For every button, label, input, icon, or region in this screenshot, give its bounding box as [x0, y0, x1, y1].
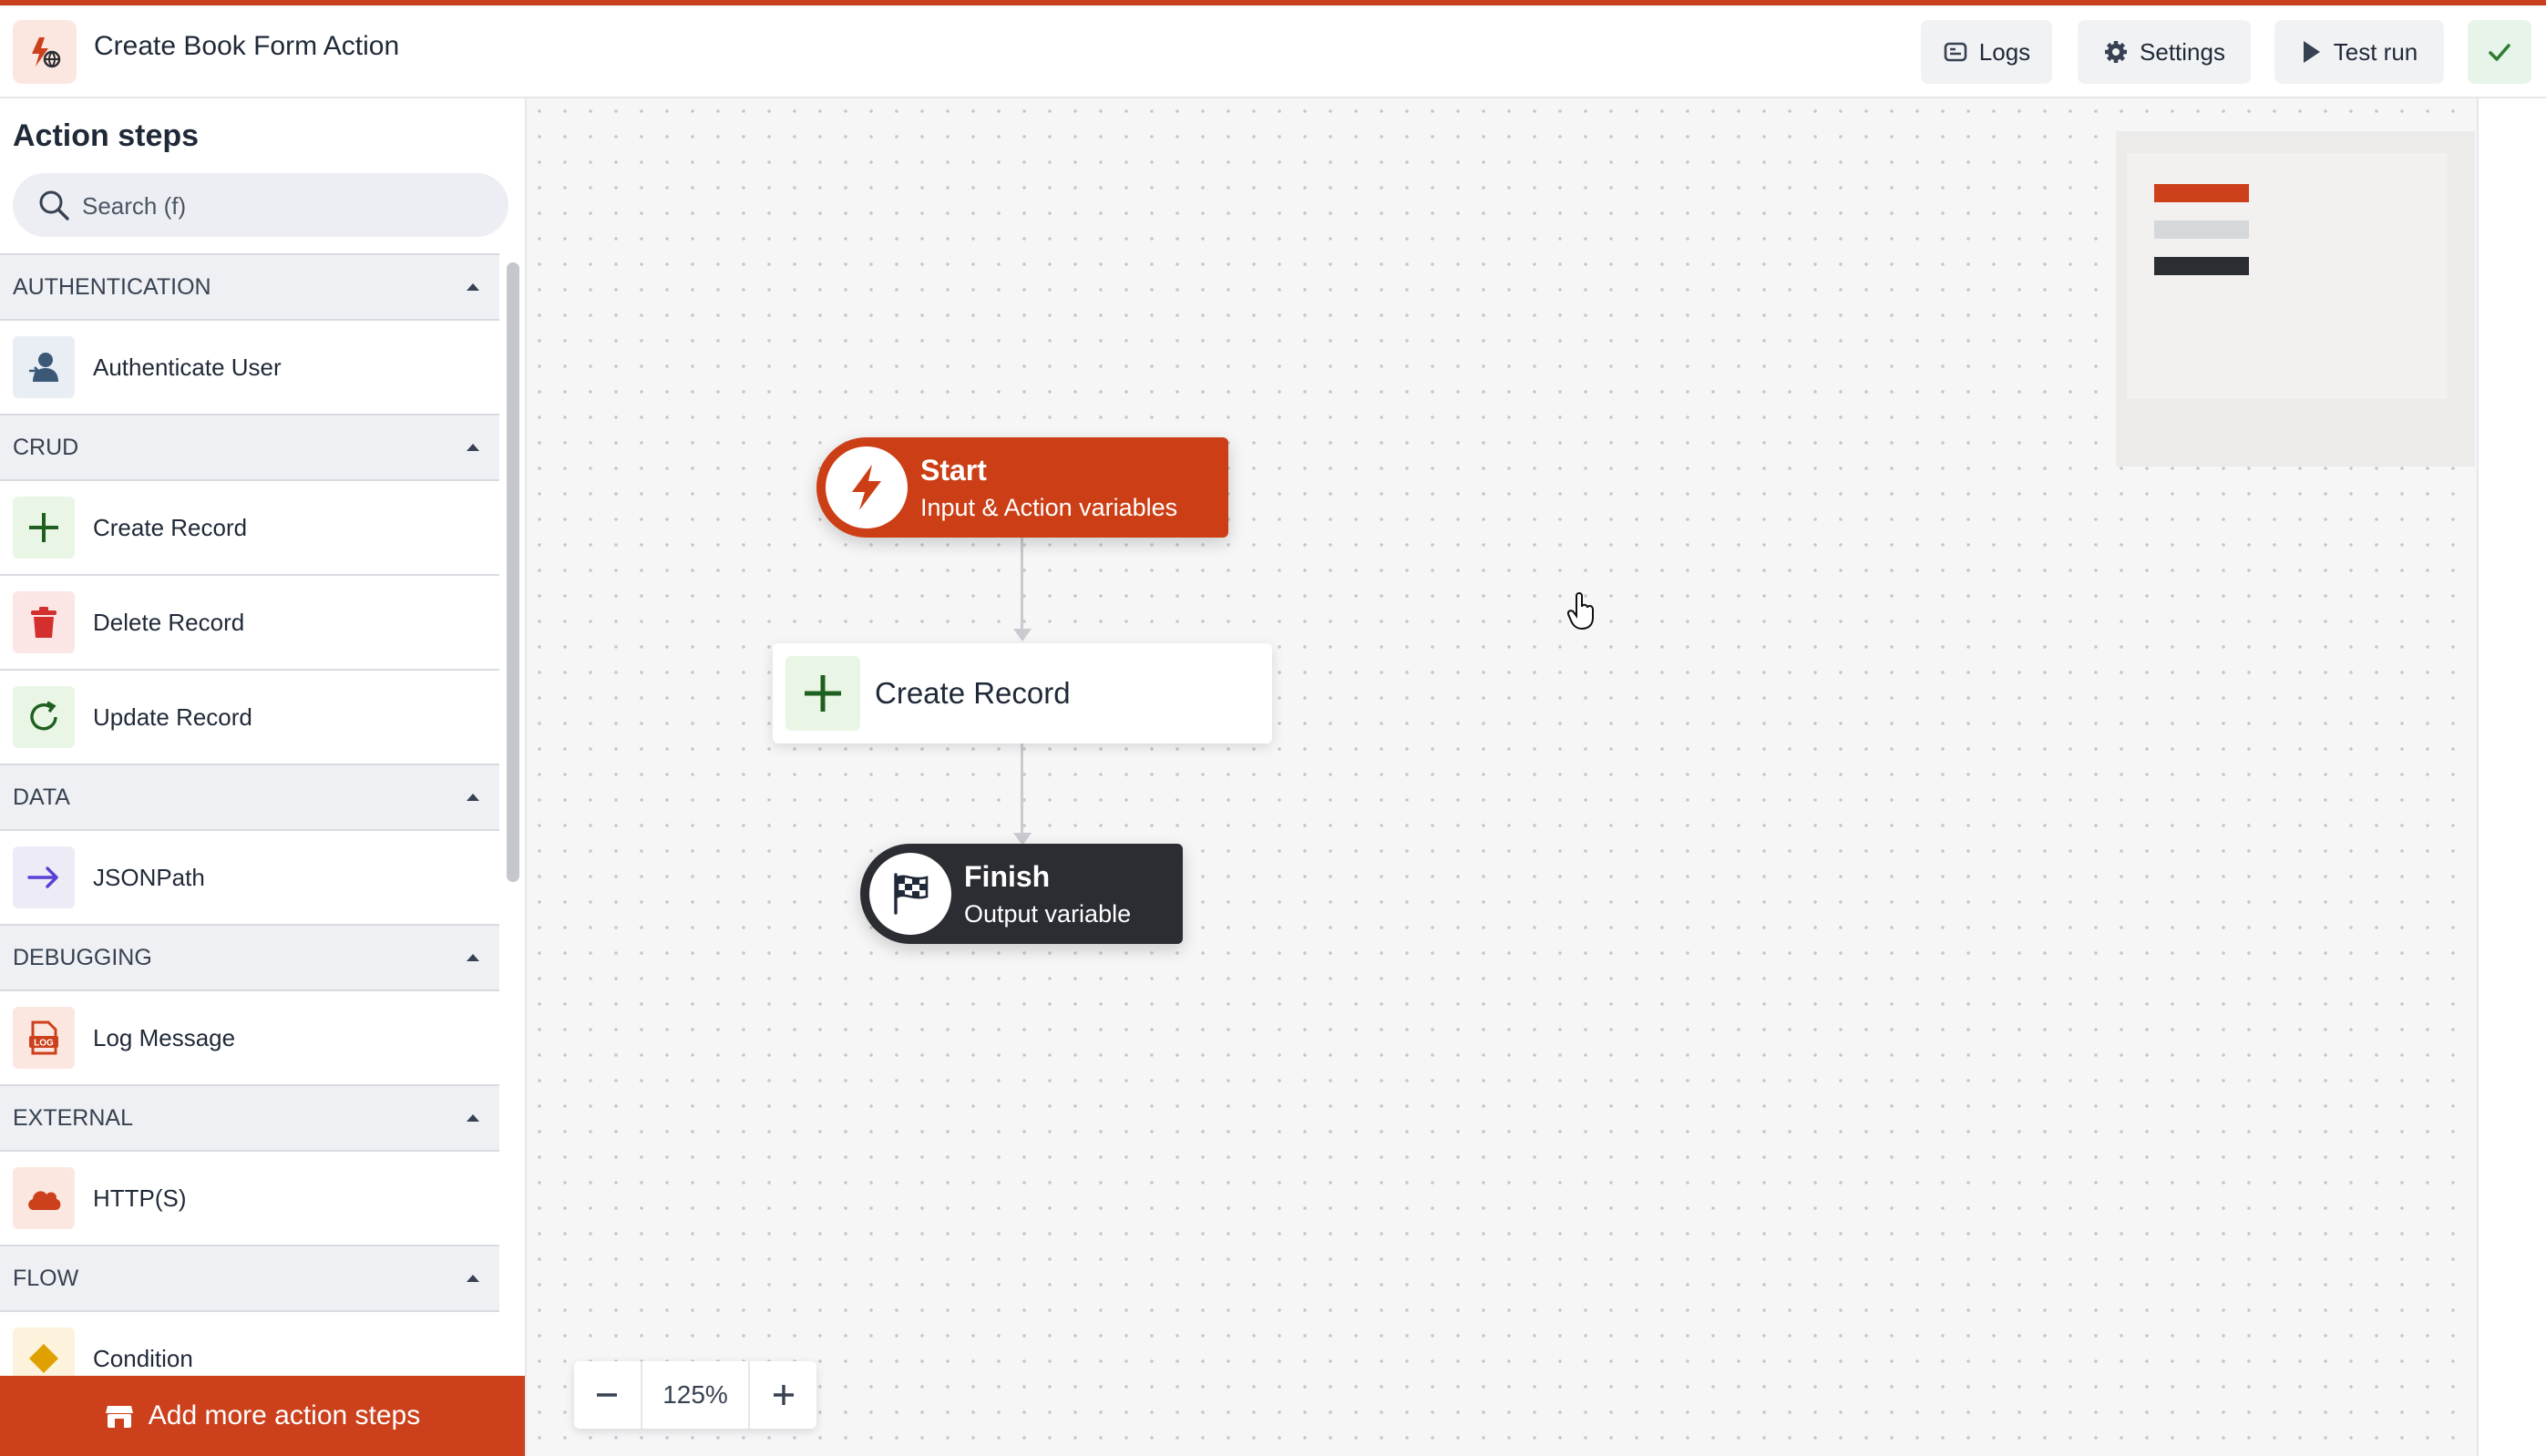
search-input[interactable] [80, 173, 485, 239]
category-label: DATA [13, 784, 70, 810]
item-label: Authenticate User [93, 353, 282, 381]
minimap[interactable] [2116, 131, 2475, 467]
play-icon [2303, 41, 2320, 63]
svg-text:LOG: LOG [34, 1039, 54, 1049]
collapse-caret-icon [467, 283, 479, 291]
checkered-flag-icon [869, 853, 951, 935]
page-title: Create Book Form Action [94, 31, 400, 61]
category-flow[interactable]: FLOW [0, 1246, 499, 1312]
lightning-icon [826, 446, 908, 528]
connector-line [1021, 538, 1023, 631]
item-label: Condition [93, 1344, 193, 1372]
plus-icon [773, 1385, 794, 1405]
category-label: CRUD [13, 434, 79, 460]
start-node-title: Start [920, 454, 987, 487]
settings-label: Settings [2140, 37, 2225, 66]
zoom-out-button[interactable] [574, 1361, 641, 1429]
item-label: Create Record [93, 513, 248, 541]
action-logo-icon [13, 20, 77, 84]
category-data[interactable]: DATA [0, 765, 499, 831]
collapse-caret-icon [467, 444, 479, 451]
finish-node-title: Finish [964, 860, 1051, 893]
action-steps-list: AUTHENTICATION Authenticate User CRUD Cr… [0, 253, 499, 1456]
category-label: EXTERNAL [13, 1104, 133, 1131]
sidebar-item-log-message[interactable]: LOG Log Message [0, 991, 499, 1086]
sidebar-item-create-record[interactable]: Create Record [0, 481, 499, 576]
collapse-caret-icon [467, 1275, 479, 1282]
hand-cursor-icon [1566, 590, 1598, 635]
add-more-action-steps-button[interactable]: Add more action steps [0, 1376, 525, 1456]
plus-icon [13, 497, 75, 559]
search-icon [36, 188, 71, 227]
test-run-label: Test run [2333, 37, 2418, 66]
item-label: HTTP(S) [93, 1184, 187, 1212]
sidebar-item-delete-record[interactable]: Delete Record [0, 576, 499, 671]
zoom-level: 125% [640, 1361, 751, 1429]
minimap-finish-node [2154, 257, 2249, 275]
item-label: JSONPath [93, 863, 205, 891]
store-icon [105, 1406, 133, 1428]
test-run-button[interactable]: Test run [2274, 20, 2444, 84]
finish-node-subtitle: Output variable [964, 900, 1132, 928]
start-node-subtitle: Input & Action variables [920, 494, 1178, 521]
category-label: DEBUGGING [13, 944, 152, 970]
zoom-in-button[interactable] [750, 1361, 816, 1429]
minimap-create-node [2154, 220, 2249, 239]
sidebar-scrollbar[interactable] [507, 262, 519, 882]
save-check-button[interactable] [2468, 20, 2531, 84]
create-record-node-label: Create Record [875, 676, 1071, 710]
refresh-icon [13, 686, 75, 748]
add-more-label: Add more action steps [148, 1400, 421, 1430]
zoom-controls: 125% [574, 1361, 816, 1429]
logs-label: Logs [1978, 37, 2031, 66]
sidebar-title: Action steps [13, 118, 200, 153]
action-steps-sidebar: Action steps AUTHENTICATION Authenticat [0, 98, 527, 1456]
minimap-viewport [2127, 153, 2448, 399]
item-label: Update Record [93, 702, 252, 731]
search-box[interactable] [13, 173, 508, 239]
create-record-node[interactable]: Create Record [773, 643, 1272, 743]
right-side-panel [2477, 98, 2546, 1456]
logs-icon [1944, 42, 1967, 62]
category-debugging[interactable]: DEBUGGING [0, 926, 499, 991]
trash-icon [13, 591, 75, 653]
category-label: AUTHENTICATION [13, 273, 211, 300]
checkmark-icon [2489, 44, 2510, 61]
settings-button[interactable]: Settings [2078, 20, 2251, 84]
gear-icon [2105, 41, 2128, 63]
logs-button[interactable]: Logs [1921, 20, 2052, 84]
start-node[interactable]: Start Input & Action variables [816, 437, 1228, 538]
minus-icon [597, 1393, 618, 1397]
sidebar-item-jsonpath[interactable]: JSONPath [0, 831, 499, 926]
connector-line [1021, 743, 1023, 835]
app-header: Create Book Form Action Logs Settings Te… [0, 5, 2546, 98]
sidebar-item-update-record[interactable]: Update Record [0, 671, 499, 765]
plus-icon [785, 656, 860, 731]
connector-arrow [1013, 629, 1032, 641]
category-authentication[interactable]: AUTHENTICATION [0, 255, 499, 321]
sidebar-item-authenticate-user[interactable]: Authenticate User [0, 321, 499, 415]
category-label: FLOW [13, 1265, 79, 1291]
user-icon [13, 336, 75, 398]
collapse-caret-icon [467, 954, 479, 961]
arrow-right-icon [13, 846, 75, 908]
finish-node[interactable]: Finish Output variable [860, 844, 1183, 944]
flow-canvas[interactable]: Start Input & Action variables Create Re… [527, 98, 2477, 1456]
log-icon: LOG [13, 1007, 75, 1069]
collapse-caret-icon [467, 1114, 479, 1122]
category-external[interactable]: EXTERNAL [0, 1086, 499, 1152]
category-crud[interactable]: CRUD [0, 415, 499, 481]
minimap-start-node [2154, 184, 2249, 202]
cloud-icon [13, 1167, 75, 1229]
collapse-caret-icon [467, 794, 479, 801]
sidebar-item-http[interactable]: HTTP(S) [0, 1152, 499, 1246]
item-label: Delete Record [93, 608, 245, 636]
item-label: Log Message [93, 1023, 236, 1051]
